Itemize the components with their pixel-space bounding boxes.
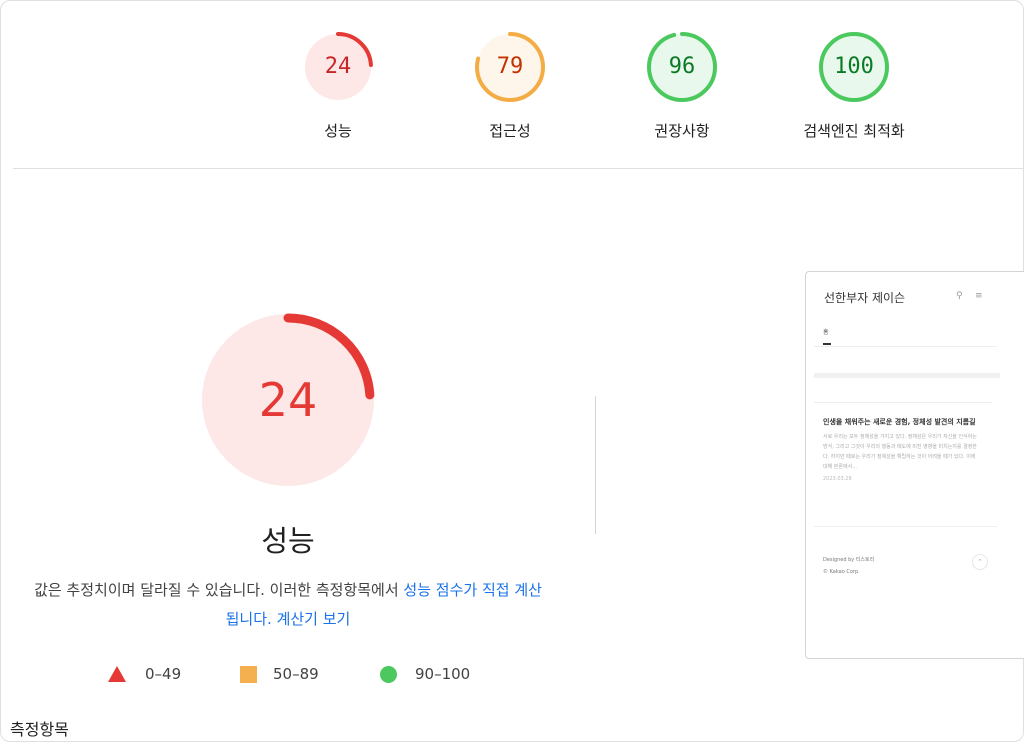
circle-icon: [380, 665, 397, 683]
legend-pass: 90–100: [380, 662, 470, 686]
performance-description: 값은 추정치이며 달라질 수 있습니다. 이러한 측정항목에서 성능 점수가 직…: [0, 576, 576, 634]
vertical-divider: [595, 396, 596, 534]
home-tab: 홈: [823, 329, 829, 336]
header-divider: [13, 168, 1023, 169]
best-practices-label[interactable]: 권장사항: [602, 120, 762, 141]
banner-band: [814, 373, 1000, 378]
description-text: 값은 추정치이며 달라질 수 있습니다. 이러한 측정항목에서: [34, 581, 404, 599]
performance-main-title: 성능: [261, 524, 315, 558]
legend-average: 50–89: [240, 662, 319, 686]
legend-fail: 0–49: [108, 662, 181, 686]
final-screenshot[interactable]: 선한부자 제이슨 ⚲ ≡ 홈 인생을 채워주는 새로운 경험, 정체성 발견의 …: [805, 271, 1024, 659]
performance-main-score: 24: [258, 373, 318, 427]
section-divider: [814, 402, 992, 403]
legend-pass-label: 90–100: [415, 665, 471, 683]
active-tab-indicator: [823, 343, 831, 345]
accessibility-gauge[interactable]: 79: [474, 31, 546, 103]
performance-score: 24: [324, 54, 352, 79]
post-date: 2023.03.28: [823, 476, 852, 482]
best-practices-gauge[interactable]: 96: [646, 31, 718, 103]
calculator-link[interactable]: 계산기 보기: [277, 610, 351, 628]
menu-icon: ≡: [975, 291, 983, 301]
best-practices-score: 96: [668, 54, 696, 79]
post-title: 인생을 채워주는 새로운 경험, 정체성 발견의 지름길: [823, 418, 976, 426]
chevron-up-icon: ⌃: [972, 554, 988, 570]
square-icon: [240, 665, 257, 683]
post-excerpt: 서로 우리는 모두 정체성을 가지고 있다. 정체성은 우리가 자신을 인식하는…: [823, 434, 977, 470]
performance-main-gauge: 24: [198, 310, 378, 490]
metrics-heading: 측정항목: [10, 720, 69, 739]
footer-designed: Designed by 티스토리: [823, 557, 875, 563]
footer-copyright: © Kakao Corp.: [823, 569, 860, 575]
seo-label[interactable]: 검색엔진 최적화: [774, 120, 934, 141]
seo-score: 100: [834, 54, 874, 79]
search-icon: ⚲: [956, 291, 963, 301]
site-title: 선한부자 제이슨: [824, 291, 906, 305]
triangle-icon: [108, 666, 126, 682]
performance-gauge[interactable]: 24: [302, 31, 374, 103]
accessibility-score: 79: [496, 54, 524, 79]
legend-average-label: 50–89: [273, 665, 319, 683]
accessibility-label[interactable]: 접근성: [430, 120, 590, 141]
legend-fail-label: 0–49: [145, 665, 182, 683]
footer-divider: [814, 526, 997, 527]
performance-label[interactable]: 성능: [258, 120, 418, 141]
seo-gauge[interactable]: 100: [818, 31, 890, 103]
nav-divider: [814, 346, 997, 347]
